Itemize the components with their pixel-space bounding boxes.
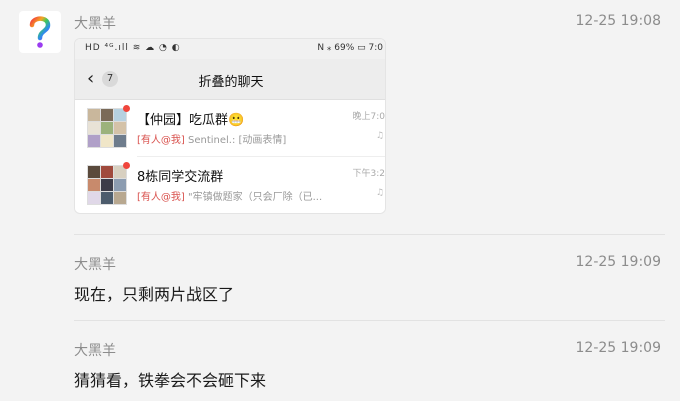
chat-preview: [有人@我] "牢镇做题家（只会厂除（已... [137,188,322,203]
chat-name: 8栋同学交流群 [137,170,224,185]
status-icons-right: N ⁎ 69% ▭ 7:0 [317,43,383,53]
preview-text: Sentinel.: [动画表情] [184,135,287,146]
status-icons-left: HD ⁴ᴳ.ıll ≋ ☁ ◔ ◐ [85,43,181,53]
sender-name[interactable]: 大黑羊 [74,254,116,274]
group-avatar [87,165,127,205]
message-time: 12-25 19:09 [575,340,661,356]
message-divider [74,234,665,235]
chat-time: 下午3:2 [352,169,386,179]
mute-icon: ♫ [375,188,384,198]
chat-preview: [有人@我] Sentinel.: [动画表情] [137,131,286,146]
chat-name: 【仲园】吃瓜群😬 [137,113,245,128]
chat-time: 晚上7:0 [352,112,386,122]
nav-bar: ‹ 7 折叠的聊天 [75,59,385,100]
message-divider [74,320,665,321]
mention-tag: [有人@我] [137,135,185,146]
group-avatar [87,108,127,148]
message-time: 12-25 19:08 [575,13,661,29]
avatar[interactable] [19,11,61,53]
sender-name[interactable]: 大黑羊 [74,340,116,360]
unread-dot [123,162,130,169]
mute-icon: ♫ [375,131,384,141]
image-attachment[interactable]: HD ⁴ᴳ.ıll ≋ ☁ ◔ ◐ N ⁎ 69% ▭ 7:0 ‹ 7 折叠的聊… [74,38,386,214]
sender-name[interactable]: 大黑羊 [74,13,116,33]
nav-title: 折叠的聊天 [198,75,264,90]
status-bar: HD ⁴ᴳ.ıll ≋ ☁ ◔ ◐ N ⁎ 69% ▭ 7:0 [75,39,385,59]
unread-dot [123,105,130,112]
message-time: 12-25 19:09 [575,254,661,270]
chat-item: 【仲园】吃瓜群😬 [有人@我] Sentinel.: [动画表情] 晚上7:0 … [75,100,386,154]
chat-item: 8栋同学交流群 [有人@我] "牢镇做题家（只会厂除（已... 下午3:2 ♫ [75,157,386,211]
rainbow-question-mark-icon [29,16,51,48]
message-text[interactable]: 猜猜看，铁拳会不会砸下来 [74,367,266,391]
preview-text: "牢镇做题家（只会厂除（已... [184,192,323,203]
mention-tag: [有人@我] [137,192,185,203]
message-text[interactable]: 现在，只剩两片战区了 [74,281,234,305]
